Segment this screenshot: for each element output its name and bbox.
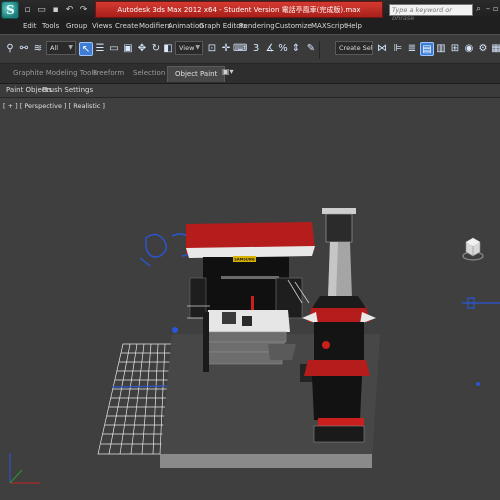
render-setup-icon[interactable]: ⚙ — [476, 42, 490, 56]
tab-freeform[interactable]: Freeform — [93, 69, 124, 77]
named-selection-sets-dropdown[interactable]: Create Selection Se — [335, 41, 373, 55]
light-marker — [172, 327, 178, 333]
align-icon[interactable]: ⊫ — [391, 42, 405, 56]
light-gizmo — [139, 233, 194, 267]
window-title-banner: Autodesk 3ds Max 2012 x64 - Student Vers… — [95, 1, 383, 18]
max-logo-icon: S — [6, 3, 15, 17]
perspective-viewport[interactable]: [ + ] [ Perspective ] [ Realistic ] SAMS… — [0, 98, 500, 500]
pagoda-base — [312, 376, 362, 420]
menu-tools[interactable]: Tools — [42, 22, 59, 30]
chevron-down-icon: ▼ — [68, 44, 73, 51]
menu-rendering[interactable]: Rendering — [239, 22, 275, 30]
pagoda-roof-lower — [304, 360, 370, 376]
menu-modifiers[interactable]: Modifiers — [139, 22, 171, 30]
rectangular-selection-icon[interactable]: ▭ — [107, 42, 121, 56]
tab-graphite-modeling-tools[interactable]: Graphite Modeling Tools — [13, 69, 97, 77]
rock-object — [268, 344, 296, 360]
world-axis-gizmo — [9, 453, 40, 484]
main-toolbar: ⚲ ⚯ ≋ All ▼ ↖ ☰ ▭ ▣ ✥ ↻ ◧ View ▼ ⊡ ✛ ⌨ 3 ∡… — [0, 34, 500, 64]
graphite-ribbon-toggle-icon[interactable]: ▤ — [420, 42, 434, 56]
manipulate-icon[interactable]: ✛ — [219, 42, 233, 56]
undo-icon[interactable]: ↶ — [64, 5, 75, 16]
binoculars-icon[interactable]: ⌕ — [476, 4, 486, 14]
quick-access-toolbar: ▫ ▭ ▪ ↶ ↷ ▾ — [22, 4, 103, 16]
panel-brush-settings[interactable]: Brush Settings — [42, 86, 93, 94]
pagoda-body — [314, 322, 364, 362]
chimney-top — [325, 213, 353, 243]
percent-snap-icon[interactable]: % — [276, 42, 290, 56]
material-editor-icon[interactable]: ◉ — [462, 42, 476, 56]
rendered-frame-window-icon[interactable]: ▦ — [489, 42, 500, 56]
pagoda-foot — [313, 425, 365, 443]
menu-maxscript[interactable]: MAXScript — [311, 22, 347, 30]
help-search-input[interactable]: Type a keyword or phrase — [389, 4, 473, 22]
selection-filter-value: All — [50, 44, 59, 52]
pagoda-roof-upper — [302, 296, 376, 324]
menu-edit[interactable]: Edit — [23, 22, 37, 30]
pivot-center-icon[interactable]: ⊡ — [205, 42, 219, 56]
sign-text: SAMSUNG — [234, 258, 254, 262]
unlink-icon[interactable]: ⚯ — [17, 42, 31, 56]
close-icon[interactable]: ▫ — [493, 3, 499, 15]
camera-target-gizmo — [462, 297, 500, 309]
minimize-icon[interactable]: – — [486, 3, 492, 15]
viewcube-icon[interactable] — [462, 236, 484, 262]
angle-snap-icon[interactable]: ∡ — [263, 42, 277, 56]
select-and-link-icon[interactable]: ⚲ — [3, 42, 17, 56]
select-object-icon[interactable]: ↖ — [79, 42, 93, 56]
window-title: Autodesk 3ds Max 2012 x64 - Student Vers… — [117, 6, 361, 14]
counter-object — [242, 316, 252, 326]
menu-customize[interactable]: Customize — [275, 22, 312, 30]
new-icon[interactable]: ▫ — [22, 5, 33, 16]
booth-shelf — [221, 276, 279, 279]
counter-opening — [222, 312, 236, 324]
redo-icon[interactable]: ↷ — [78, 5, 89, 16]
save-icon[interactable]: ▪ — [50, 5, 61, 16]
ribbon-options-icon[interactable]: ▣▾ — [222, 67, 234, 76]
ribbon-tab-bar: Graphite Modeling Tools Freeform Selecti… — [0, 64, 500, 84]
window-crossing-icon[interactable]: ▣ — [121, 42, 135, 56]
selected-edge — [111, 385, 171, 388]
select-by-name-icon[interactable]: ☰ — [93, 42, 107, 56]
bind-space-warp-icon[interactable]: ≋ — [31, 42, 45, 56]
select-and-scale-icon[interactable]: ◧ — [161, 42, 175, 56]
tab-selection[interactable]: Selection — [133, 69, 165, 77]
menu-views[interactable]: Views — [92, 22, 112, 30]
chimney-cap — [322, 208, 356, 214]
spinner-snap-icon[interactable]: ⇕ — [289, 42, 303, 56]
booth-red-post — [251, 296, 254, 310]
selection-filter-dropdown[interactable]: All ▼ — [46, 41, 76, 55]
grid-plane-wireframe — [97, 343, 173, 455]
menu-bar: Edit Tools Group Views Create Modifiers … — [0, 20, 500, 34]
title-bar: S ▫ ▭ ▪ ↶ ↷ ▾ Autodesk 3ds Max 2012 x64 … — [0, 0, 500, 22]
mirror-icon[interactable]: ⋈ — [375, 42, 389, 56]
menu-help[interactable]: Help — [346, 22, 362, 30]
platform-edge — [160, 454, 372, 468]
toolbar-divider — [319, 41, 320, 59]
reference-coordinate-value: View — [179, 44, 195, 52]
layer-manager-icon[interactable]: ≣ — [405, 42, 419, 56]
schematic-view-icon[interactable]: ⊞ — [448, 42, 462, 56]
app-menu-button[interactable]: S — [1, 1, 19, 19]
menu-group[interactable]: Group — [66, 22, 87, 30]
open-icon[interactable]: ▭ — [36, 5, 47, 16]
ribbon-panel: Paint Objects Brush Settings — [0, 84, 500, 98]
scene-canvas: SAMSUNG — [9, 208, 500, 484]
keyboard-shortcut-override-icon[interactable]: ⌨ — [233, 42, 247, 56]
menu-create[interactable]: Create — [115, 22, 138, 30]
edit-named-selection-icon[interactable]: ✎ — [304, 42, 318, 56]
named-selection-sets-value: Create Selection Se — [339, 44, 373, 52]
light-marker — [476, 382, 480, 386]
pagoda-ornament — [322, 341, 330, 349]
snaps-toggle-icon[interactable]: 3 — [249, 42, 263, 56]
booth-post-left — [203, 312, 209, 372]
select-and-move-icon[interactable]: ✥ — [135, 42, 149, 56]
tab-object-paint[interactable]: Object Paint — [167, 66, 226, 82]
curve-editor-icon[interactable]: ▥ — [434, 42, 448, 56]
chevron-down-icon: ▼ — [195, 44, 200, 51]
reference-coordinate-dropdown[interactable]: View ▼ — [175, 41, 203, 55]
